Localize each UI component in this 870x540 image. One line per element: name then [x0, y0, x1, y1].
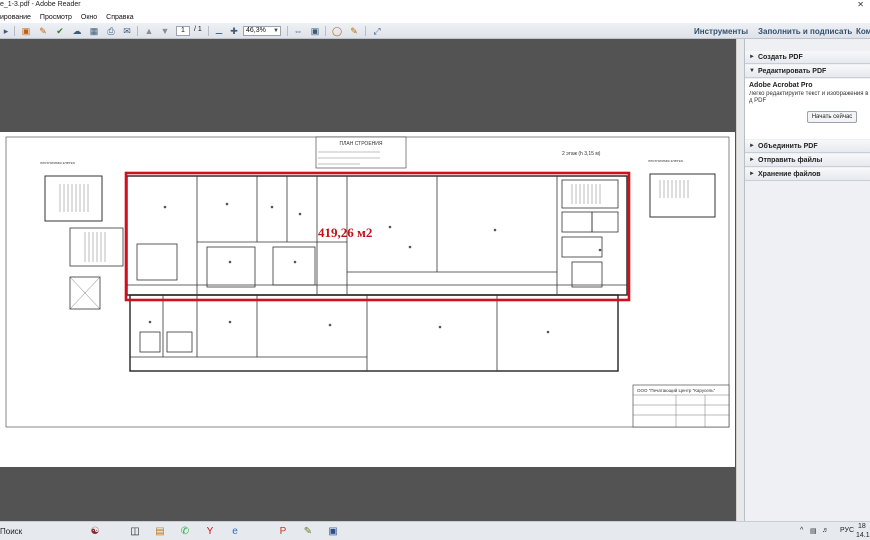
menu-window[interactable]: Окно	[81, 14, 97, 21]
fit-width-icon[interactable]: ⇔	[292, 25, 304, 37]
floor-label: 2 этаж (h 3,15 м)	[562, 151, 601, 157]
share-icon[interactable]: ✔	[54, 25, 66, 37]
combine-pdf-panel[interactable]: ► Объединить PDF	[745, 140, 870, 153]
task-view-icon[interactable]: ◫	[128, 524, 142, 538]
stair-right-label: лестничная клетка	[648, 158, 684, 163]
prev-page-icon[interactable]: ▲	[143, 25, 155, 37]
fill-sign-tab[interactable]: Заполнить и подписать	[758, 27, 852, 36]
chevron-down-icon: ▼	[273, 28, 279, 34]
zoom-value: 46,3%	[246, 27, 266, 34]
chevron-right-icon: ►	[749, 143, 755, 149]
send-files-panel[interactable]: ► Отправить файлы	[745, 154, 870, 167]
word-icon[interactable]: ▣	[326, 524, 340, 538]
drawing-frame	[5, 136, 730, 428]
pdf-page: ПЛАН СТРОЕНИЯ 2 этаж (h 3,15 м) лестничн…	[0, 132, 735, 467]
adobe-reader-window: e_1-3.pdf - Adobe Reader ✕ ирование Прос…	[0, 0, 870, 540]
toolbar-divider	[325, 26, 326, 36]
menu-bar: ирование Просмотр Окно Справка	[0, 11, 870, 23]
menu-edit[interactable]: ирование	[0, 14, 31, 21]
cloud-icon[interactable]: ☁	[71, 25, 83, 37]
send-files-label: Отправить файлы	[758, 156, 823, 164]
clock-date[interactable]: 14.1	[856, 532, 870, 539]
next-page-icon[interactable]: ▼	[159, 25, 171, 37]
email-icon[interactable]: ✉	[121, 25, 133, 37]
zoom-out-icon[interactable]: ⚊	[213, 25, 225, 37]
clock-time[interactable]: 18	[858, 523, 866, 530]
open-icon[interactable]: ▸	[0, 25, 12, 37]
org-stamp-text: ООО "Печатающий Центр "Карусель"	[637, 387, 716, 393]
edit-pdf-icon[interactable]: ✎	[37, 25, 49, 37]
create-pdf-icon[interactable]: ▣	[20, 25, 32, 37]
window-title: e_1-3.pdf - Adobe Reader	[0, 1, 81, 8]
page-number-input[interactable]: 1	[176, 26, 190, 36]
print-icon[interactable]: ⎙	[105, 25, 117, 37]
tray-chevron-icon[interactable]: ^	[800, 527, 803, 534]
document-viewport[interactable]: ПЛАН СТРОЕНИЯ 2 этаж (h 3,15 м) лестничн…	[0, 39, 744, 521]
toolbar-divider	[208, 26, 209, 36]
combine-pdf-label: Объединить PDF	[758, 142, 818, 150]
title-bar: e_1-3.pdf - Adobe Reader ✕	[0, 0, 870, 11]
yandex-browser-icon[interactable]: Y	[203, 524, 217, 538]
floor-plan-drawing: ПЛАН СТРОЕНИЯ 2 этаж (h 3,15 м) лестничн…	[5, 136, 730, 428]
edit-pdf-promo: Adobe Acrobat Pro Легко редактируйте тек…	[745, 79, 870, 139]
volume-icon[interactable]: ♬	[822, 527, 829, 534]
file-explorer-icon[interactable]: ▤	[153, 524, 167, 538]
comment-icon[interactable]: ◯	[331, 25, 343, 37]
tools-sidebar: ► Создать PDF ▼ Редактировать PDF Adobe …	[744, 39, 870, 521]
product-name: Adobe Acrobat Pro	[749, 82, 813, 89]
powerpoint-icon[interactable]: P	[276, 524, 290, 538]
create-pdf-panel[interactable]: ► Создать PDF	[745, 51, 870, 64]
taskbar-search[interactable]: Поиск	[0, 527, 22, 536]
highlight-icon[interactable]: ✎	[348, 25, 360, 37]
menu-help[interactable]: Справка	[106, 14, 133, 21]
network-icon[interactable]: ▤	[810, 527, 817, 535]
stair-left-label: лестничная клетка	[40, 160, 76, 165]
edit-pdf-label: Редактировать PDF	[758, 67, 827, 75]
store-files-label: Хранение файлов	[758, 170, 821, 178]
whatsapp-icon[interactable]: ✆	[178, 524, 192, 538]
vertical-scrollbar[interactable]	[736, 39, 744, 521]
building-lower	[129, 294, 619, 372]
chevron-right-icon: ►	[749, 171, 755, 177]
highlight-rectangle	[124, 171, 631, 302]
product-description: Легко редактируйте текст и изображения в…	[749, 91, 869, 104]
chevron-right-icon: ►	[749, 157, 755, 163]
eagle-logo-icon[interactable]: ☯	[88, 524, 102, 538]
menu-view[interactable]: Просмотр	[40, 14, 72, 21]
toolbar: ▸ ▣ ✎ ✔ ☁ ▦ ⎙ ✉ ▲ ▼ 1 / 1 ⚊ ✚ 46,3% ▼ ⇔ …	[0, 23, 870, 39]
area-label: 419,26 м2	[318, 225, 372, 240]
store-files-panel[interactable]: ► Хранение файлов	[745, 168, 870, 181]
expand-icon[interactable]: ⤢	[371, 25, 383, 37]
chevron-down-icon: ▼	[749, 68, 755, 74]
close-icon[interactable]: ✕	[857, 0, 864, 9]
paint-icon[interactable]: ✎	[301, 524, 315, 538]
taskbar: Поиск ☯ ◫ ▤ ✆ Y e P ✎ ▣ ^ ▤ ♬ РУС 18 14.…	[0, 521, 870, 540]
comment-tab[interactable]: Ком	[856, 27, 870, 36]
toolbar-divider	[365, 26, 366, 36]
tools-tab[interactable]: Инструменты	[694, 27, 748, 36]
zoom-select[interactable]: 46,3% ▼	[243, 26, 281, 36]
fit-page-icon[interactable]: ▣	[309, 25, 321, 37]
toolbar-divider	[14, 26, 15, 36]
edge-icon[interactable]: e	[228, 524, 242, 538]
language-indicator[interactable]: РУС	[840, 527, 854, 534]
create-pdf-label: Создать PDF	[758, 53, 803, 61]
zoom-in-icon[interactable]: ✚	[228, 25, 240, 37]
toolbar-divider	[137, 26, 138, 36]
stamp-title: ПЛАН СТРОЕНИЯ	[340, 141, 383, 147]
save-icon[interactable]: ▦	[88, 25, 100, 37]
edit-pdf-panel[interactable]: ▼ Редактировать PDF	[745, 65, 870, 78]
chevron-right-icon: ►	[749, 54, 755, 60]
start-now-button[interactable]: Начать сейчас	[807, 111, 857, 123]
page-total: / 1	[194, 26, 202, 33]
toolbar-divider	[287, 26, 288, 36]
building-upper	[126, 175, 628, 296]
